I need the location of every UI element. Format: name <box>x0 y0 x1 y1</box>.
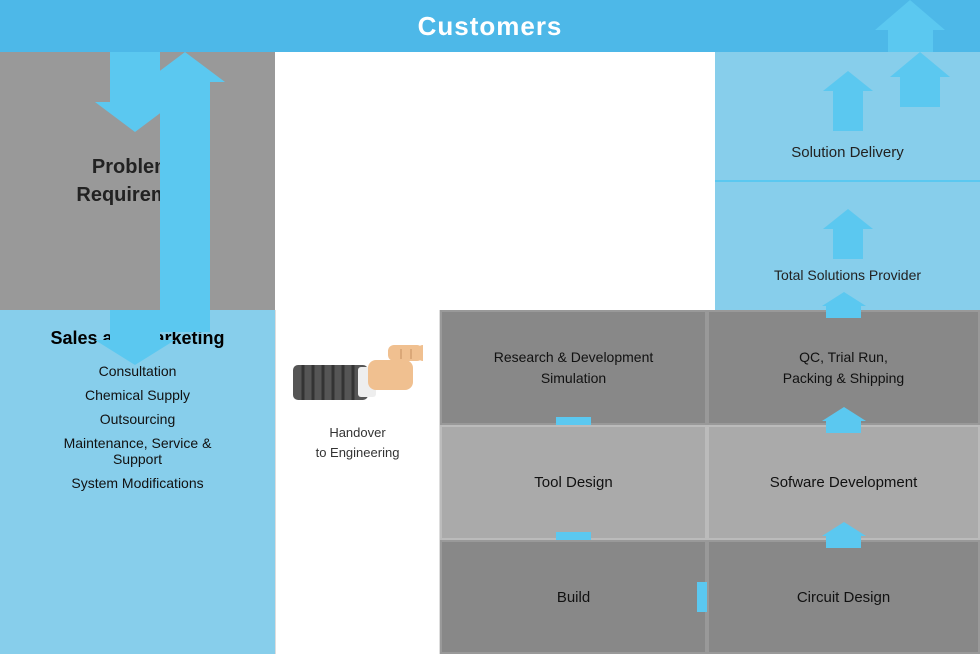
sales-item-maintenance: Maintenance, Service &Support <box>64 435 212 467</box>
arrow-from-customers-down <box>95 52 175 132</box>
grid-cell-tool: Tool Design <box>440 425 707 540</box>
qc-up-arrow <box>822 292 866 318</box>
build-label: Build <box>557 589 590 606</box>
sales-item-outsourcing: Outsourcing <box>100 411 175 427</box>
software-up-arrow <box>822 407 866 433</box>
solution-panel: Solution Delivery Total Solutions Provid… <box>715 52 980 310</box>
grid-cell-build: Build <box>440 540 707 654</box>
sales-item-chemical: Chemical Supply <box>85 387 190 403</box>
white-middle-area <box>275 52 715 310</box>
total-solutions-label: Total Solutions Provider <box>774 267 921 283</box>
arrow-problems-to-sales <box>95 310 175 365</box>
circuit-up-arrow <box>822 522 866 548</box>
rd-label: Research & DevelopmentSimulation <box>494 347 654 389</box>
handover-icon <box>293 335 423 415</box>
solution-delivery-label: Solution Delivery <box>791 144 904 161</box>
handover-area: Handoverto Engineering <box>275 310 440 654</box>
big-right-arrow-up <box>875 0 945 52</box>
handover-label: Handoverto Engineering <box>316 423 400 462</box>
grid-cell-rd: Research & DevelopmentSimulation <box>440 310 707 425</box>
qc-label: QC, Trial Run,Packing & Shipping <box>783 347 904 389</box>
sales-item-consultation: Consultation <box>99 363 177 379</box>
total-solutions-section: Total Solutions Provider <box>715 182 980 310</box>
software-label: Sofware Development <box>770 474 918 491</box>
tool-label: Tool Design <box>534 474 612 491</box>
customers-header: Customers <box>0 0 980 52</box>
circuit-label: Circuit Design <box>797 589 890 606</box>
grid-cell-circuit: Circuit Design <box>707 540 980 654</box>
arrow-to-solution <box>823 71 873 131</box>
solution-delivery-section: Solution Delivery <box>715 52 980 182</box>
customers-title: Customers <box>418 11 563 42</box>
arrow-to-total-solutions <box>823 209 873 259</box>
sales-item-system-mods: System Modifications <box>71 475 203 491</box>
arrow-to-customers-big <box>890 52 950 107</box>
